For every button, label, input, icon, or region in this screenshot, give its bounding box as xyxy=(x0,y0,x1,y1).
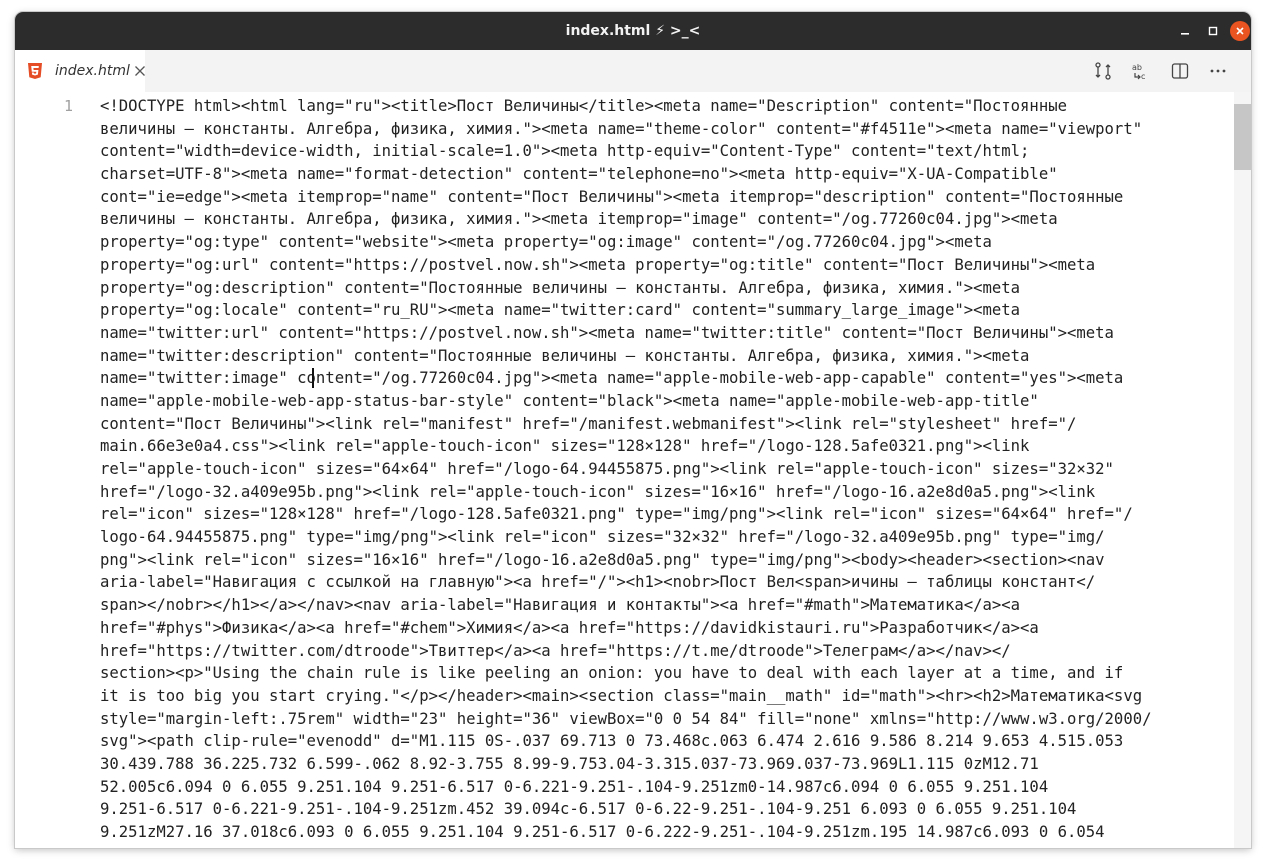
code-line: name="apple-mobile-web-app-status-bar-st… xyxy=(100,391,1039,410)
code-line: name="twitter:description" content="Пост… xyxy=(100,346,1030,365)
code-line: content="width=device-width, initial-sca… xyxy=(100,142,1030,161)
code-line: property="og:type" content="website"><me… xyxy=(100,233,992,252)
code-line: величины — константы. Алгебра, физика, х… xyxy=(100,210,1058,229)
code-line: png"><link rel="icon" sizes="16×16" href… xyxy=(100,550,1105,569)
code-line: <!DOCTYPE html><html lang="ru"><title>По… xyxy=(100,97,1067,115)
code-line: rel="apple-touch-icon" sizes="64×64" hre… xyxy=(100,460,1114,478)
text-cursor xyxy=(312,368,314,388)
code-editor[interactable]: 1 <!DOCTYPE html><html lang="ru"><title>… xyxy=(15,92,1251,848)
code-line: величины — константы. Алгебра, физика, х… xyxy=(100,119,1143,138)
minimize-icon xyxy=(1181,33,1189,35)
code-line: href="#phys">Физика</a><a href="#chem">Х… xyxy=(100,618,1039,637)
split-editor-icon[interactable] xyxy=(1170,61,1190,81)
code-line: name="twitter:image" content="/og.77260c… xyxy=(100,369,1124,388)
maximize-button[interactable] xyxy=(1203,21,1223,41)
code-line: content="Пост Величины"><link rel="manif… xyxy=(100,414,1077,433)
code-line: property="og:description" content="Посто… xyxy=(100,278,1021,297)
code-line: 30.439.788 36.225.732 6.599-.062 8.92-3.… xyxy=(100,754,1039,773)
code-line: href="/logo-32.a409e95b.png"><link rel="… xyxy=(100,482,1096,501)
code-line: cont="ie=edge"><meta itemprop="name" con… xyxy=(100,187,1124,206)
tab-bar: index.html ab c xyxy=(15,50,1251,93)
maximize-icon xyxy=(1208,26,1218,36)
code-line: span></nobr></h1></a></nav><nav aria-lab… xyxy=(100,596,1021,615)
close-window-button[interactable] xyxy=(1230,21,1250,41)
code-line: 9.251-6.517 0-6.221-9.251-.104-9.251zm.4… xyxy=(100,800,1077,819)
find-replace-icon[interactable]: ab c xyxy=(1131,61,1151,81)
close-icon xyxy=(1236,27,1244,35)
more-actions-icon[interactable] xyxy=(1208,61,1228,81)
tab-index-html[interactable]: index.html xyxy=(15,50,145,92)
code-line: logo-64.94455875.png" type="img/png"><li… xyxy=(100,528,1105,547)
line-number: 1 xyxy=(63,97,73,115)
code-line: href="https://twitter.com/dtroode">Твитт… xyxy=(100,641,1011,660)
source-control-compare-icon[interactable] xyxy=(1093,61,1113,81)
code-line: 9.251zM27.16 37.018c6.093 0 6.055 9.251.… xyxy=(100,823,1105,841)
code-line: svg"><path clip-rule="evenodd" d="M1.115… xyxy=(100,732,1124,751)
code-content[interactable]: <!DOCTYPE html><html lang="ru"><title>По… xyxy=(100,95,1240,844)
svg-text:c: c xyxy=(1141,72,1145,81)
title-bar[interactable]: index.html ⚡ >_< xyxy=(15,12,1251,50)
scrollbar-thumb[interactable] xyxy=(1234,104,1251,170)
window-title: index.html ⚡ >_< xyxy=(565,23,701,39)
editor-window: index.html ⚡ >_< index.html ab c 1 <!DOC… xyxy=(15,12,1251,848)
code-line: rel="icon" sizes="128×128" href="/logo-1… xyxy=(100,505,1133,524)
code-line: it is too big you start crying."</p></he… xyxy=(100,686,1143,705)
code-line: charset=UTF-8"><meta name="format-detect… xyxy=(100,165,1058,184)
code-line: main.66e3e0a4.css"><link rel="apple-touc… xyxy=(100,437,1030,456)
code-line: property="og:url" content="https://postv… xyxy=(100,255,1096,274)
code-line: aria-label="Навигация с ссылкой на главн… xyxy=(100,573,1096,592)
svg-text:ab: ab xyxy=(1132,63,1142,72)
close-icon[interactable] xyxy=(133,64,147,78)
code-line: section><p>"Using the chain rule is like… xyxy=(100,664,1124,683)
code-line: property="og:locale" content="ru_RU"><me… xyxy=(100,301,1021,320)
html5-icon xyxy=(28,63,42,79)
tab-label: index.html xyxy=(55,63,130,79)
code-line: style="margin-left:.75rem" width="23" he… xyxy=(100,709,1152,728)
scrollbar-track[interactable] xyxy=(1234,92,1251,848)
code-line: 52.005c6.094 0 6.055 9.251.104 9.251-6.5… xyxy=(100,777,1049,796)
code-line: name="twitter:url" content="https://post… xyxy=(100,323,1114,342)
minimize-button[interactable] xyxy=(1175,21,1195,41)
